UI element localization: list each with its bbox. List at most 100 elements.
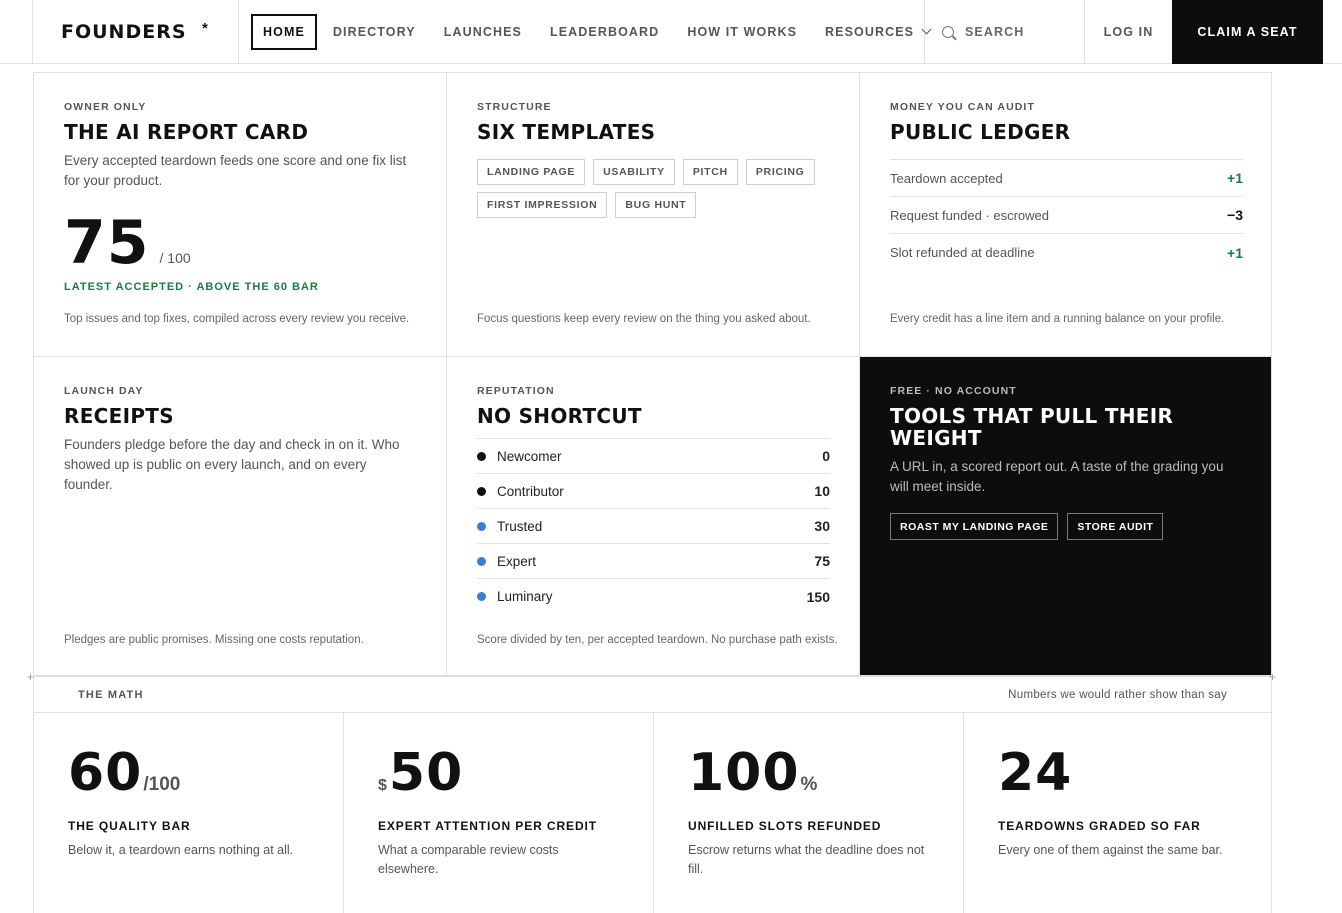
card-footnote: Score divided by ten, per accepted teard… — [477, 634, 838, 646]
stat-suffix: /100 — [143, 774, 181, 795]
tier-name: Newcomer — [497, 448, 562, 464]
nav-link-how-it-works[interactable]: HOW IT WORKS — [673, 14, 811, 50]
nav-link-launches[interactable]: LAUNCHES — [430, 14, 536, 50]
tier-dot-icon — [477, 486, 486, 496]
stat-refunded: 100 % UNFILLED SLOTS REFUNDED Escrow ret… — [653, 713, 963, 913]
math-note: Numbers we would rather show than say — [1008, 688, 1227, 701]
ledger-label: Teardown accepted — [890, 170, 1003, 186]
stat-expert-attention: $ 50 EXPERT ATTENTION PER CREDIT What a … — [343, 713, 653, 913]
tier-value: 150 — [806, 588, 830, 605]
stat-number: 24 — [998, 743, 1073, 803]
ledger-row: Slot refunded at deadline +1 — [890, 234, 1243, 271]
tier-row: Contributor 10 — [477, 474, 830, 509]
stat-value: $ 50 — [378, 747, 619, 803]
stat-title: UNFILLED SLOTS REFUNDED — [688, 819, 882, 833]
card-title: SIX TEMPLATES — [477, 120, 656, 144]
tool-buttons: ROAST MY LANDING PAGE STORE AUDIT — [890, 513, 1241, 540]
stat-value: 24 — [998, 747, 1237, 803]
ledger-amount: +1 — [1227, 244, 1243, 261]
nav-links: HOME DIRECTORY LAUNCHES LEADERBOARD HOW … — [239, 0, 932, 63]
nav-link-resources-label: RESOURCES — [825, 24, 915, 39]
tier-name: Contributor — [497, 483, 564, 499]
card-eyebrow: MONEY YOU CAN AUDIT — [890, 101, 1035, 113]
tier-row: Newcomer 0 — [477, 439, 830, 474]
ledger-row: Request funded · escrowed −3 — [890, 197, 1243, 234]
score-number: 75 — [64, 208, 150, 278]
feature-row-2: LAUNCH DAY RECEIPTS Founders pledge befo… — [33, 357, 1272, 677]
score-display: 75 / 100 — [64, 213, 416, 273]
tier-value: 10 — [814, 483, 830, 499]
card-footnote: Focus questions keep every review on the… — [477, 313, 811, 325]
ledger-amount: −3 — [1227, 207, 1243, 223]
card-report: OWNER ONLY THE AI REPORT CARD Every acce… — [33, 73, 446, 356]
store-audit-button[interactable]: STORE AUDIT — [1067, 513, 1164, 540]
tier-name: Luminary — [497, 589, 553, 604]
card-receipts: LAUNCH DAY RECEIPTS Founders pledge befo… — [33, 357, 446, 675]
top-nav: FOUNDERS * HOME DIRECTORY LAUNCHES LEADE… — [0, 0, 1342, 64]
template-tag: BUG HUNT — [615, 192, 697, 218]
card-eyebrow: STRUCTURE — [477, 101, 552, 113]
nav-link-directory[interactable]: DIRECTORY — [319, 14, 430, 50]
template-tag: USABILITY — [593, 159, 675, 185]
stat-number: 100 — [688, 743, 800, 803]
stat-value: 100 % — [688, 747, 929, 803]
card-title: THE AI REPORT CARD — [64, 120, 309, 144]
claim-seat-button[interactable]: CLAIM A SEAT — [1172, 0, 1323, 64]
tier-dot-icon — [477, 592, 486, 601]
roast-landing-page-button[interactable]: ROAST MY LANDING PAGE — [890, 513, 1059, 540]
tier-value: 30 — [814, 518, 830, 534]
card-desc: A URL in, a scored report out. A taste o… — [890, 459, 1224, 494]
card-tools: FREE · NO ACCOUNT TOOLS THAT PULL THEIR … — [859, 357, 1272, 675]
stat-number: 50 — [388, 743, 464, 803]
math-header: THE MATH Numbers we would rather show th… — [33, 677, 1272, 713]
tier-row: Trusted 30 — [477, 509, 830, 544]
stat-prefix: $ — [378, 777, 387, 794]
tier-value: 75 — [814, 553, 830, 569]
card-footnote: Pledges are public promises. Missing one… — [64, 634, 364, 646]
card-desc: Founders pledge before the day and check… — [64, 437, 400, 492]
search-icon — [942, 25, 954, 38]
logo-text: FOUNDERS — [61, 20, 187, 43]
tier-name: Expert — [497, 553, 537, 569]
logo[interactable]: FOUNDERS * — [33, 0, 239, 63]
nav-link-home[interactable]: HOME — [251, 13, 317, 50]
search-label: SEARCH — [965, 24, 1025, 39]
stat-value: 60 /100 — [68, 747, 309, 803]
stat-teardowns: 24 TEARDOWNS GRADED SO FAR Every one of … — [963, 713, 1272, 913]
tier-dot-icon — [477, 451, 486, 461]
stat-desc: Escrow returns what the deadline does no… — [688, 843, 925, 876]
template-tag: PITCH — [682, 159, 738, 185]
stat-suffix: % — [800, 774, 818, 795]
search-button[interactable]: SEARCH — [925, 0, 1085, 63]
math-label: THE MATH — [78, 688, 144, 701]
score-status: LATEST ACCEPTED · ABOVE THE 60 BAR — [64, 281, 319, 293]
card-reputation: REPUTATION NO SHORTCUT Newcomer 0 Contri… — [446, 357, 859, 675]
stat-title: EXPERT ATTENTION PER CREDIT — [378, 819, 597, 833]
score-denominator: / 100 — [159, 250, 191, 266]
template-tags: LANDING PAGE USABILITY PITCH PRICING FIR… — [477, 159, 837, 225]
feature-grid: OWNER ONLY THE AI REPORT CARD Every acce… — [33, 72, 1272, 677]
card-title: PUBLIC LEDGER — [890, 120, 1071, 144]
nav-gutter — [0, 0, 33, 64]
stat-desc: Below it, a teardown earns nothing at al… — [68, 843, 294, 857]
tier-row: Expert 75 — [477, 544, 830, 579]
card-templates: STRUCTURE SIX TEMPLATES LANDING PAGE USA… — [446, 73, 859, 356]
card-eyebrow: OWNER ONLY — [64, 101, 147, 113]
nav-link-leaderboard[interactable]: LEADERBOARD — [536, 14, 673, 50]
card-ledger: MONEY YOU CAN AUDIT PUBLIC LEDGER Teardo… — [859, 73, 1272, 356]
ledger-amount: +1 — [1227, 170, 1243, 186]
card-title: RECEIPTS — [64, 404, 174, 428]
stat-quality-bar: 60 /100 THE QUALITY BAR Below it, a tear… — [33, 713, 343, 913]
stat-desc: What a comparable review costs elsewhere… — [378, 843, 559, 876]
template-tag: PRICING — [745, 159, 815, 185]
card-eyebrow: FREE · NO ACCOUNT — [890, 385, 1017, 397]
tier-dot-icon — [477, 521, 486, 531]
tier-dot-icon — [477, 556, 486, 566]
card-title: TOOLS THAT PULL THEIR WEIGHT — [890, 404, 1174, 450]
login-link[interactable]: LOG IN — [1085, 0, 1172, 63]
ledger-row: Teardown accepted +1 — [890, 160, 1243, 197]
tier-row: Luminary 150 — [477, 579, 830, 614]
template-tag: FIRST IMPRESSION — [477, 192, 608, 218]
feature-row-1: OWNER ONLY THE AI REPORT CARD Every acce… — [33, 73, 1272, 357]
tier-value: 0 — [822, 448, 830, 464]
